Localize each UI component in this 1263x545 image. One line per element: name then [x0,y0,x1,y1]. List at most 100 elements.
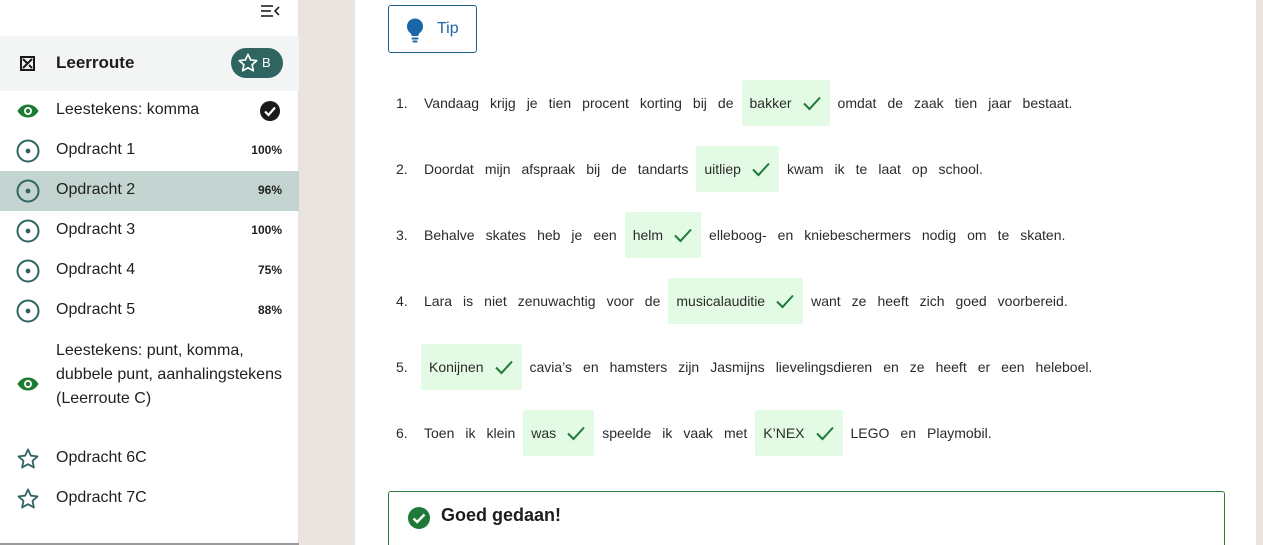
sentence-word: zijn [678,359,700,375]
checkmark-icon [674,228,692,243]
exercise-panel: Tip 1. Vandaag krijg je tien procent korting bi… [355,0,1256,545]
collapse-sidebar-icon[interactable] [259,2,281,20]
sentence-word: te [997,227,1010,243]
sidebar-item-leestekens-leerroute-c[interactable]: Leestekens: punt, komma, dubbele punt, a… [0,335,299,435]
sentence-number: 1. [396,95,408,111]
sentence-row: 4. Lara is niet zenuwachtig voor de musicalaudi… [396,278,1079,324]
sidebar-item-label: Opdracht 6C [56,449,147,466]
sentence-word: voorbereid. [997,293,1068,309]
sidebar-item-label: Leestekens: punt, komma, dubbele punt, a… [56,342,282,407]
sentence-row: 2. Doordat mijn afspraak bij de tandarts uitlie… [396,146,994,192]
sentence-word: afspraak [521,161,576,177]
badge-level-text: B [262,55,271,70]
progress-percentage: 88% [257,303,282,317]
sentence-word: bij [692,95,707,111]
answer-text: musicalauditie [676,293,766,309]
answer-gap-correct[interactable]: musicalauditie [668,278,804,324]
sentence-word: skates [485,227,527,243]
sidebar-item-opdracht-1[interactable]: Opdracht 1 100% [0,131,299,171]
checkmark-icon [802,96,821,111]
checkmark-icon [494,360,513,375]
sidebar-item-label: Opdracht 2 [56,181,136,198]
sentence-word: een [593,227,617,243]
route-header: Leerroute B [0,36,299,91]
sidebar-item-opdracht-7c[interactable]: Opdracht 7C [0,479,299,519]
sentence-word: klein [486,425,516,441]
sentence-word: LEGO [850,425,890,441]
sentence-word: kwam [786,161,824,177]
answer-gap-correct[interactable]: K’NEX [755,410,843,456]
sentence-word: tien [954,95,978,111]
answer-gap-correct[interactable]: was [523,410,595,456]
sentence-row: 1. Vandaag krijg je tien procent korting bij de b… [396,80,1083,126]
sidebar-item-opdracht-5[interactable]: Opdracht 5 88% [0,291,299,331]
sentence-word: ik [465,425,476,441]
sentence-word: heb [537,227,561,243]
sentence-word: tien [548,95,572,111]
sidebar-item-label: Leestekens: komma [56,101,200,118]
checkmark-icon [776,294,794,309]
sentence-word: goed [955,293,987,309]
sentence-word: school. [938,161,983,177]
sentence-word: nodig [921,227,957,243]
star-icon [16,447,40,471]
sidebar-item-label: Opdracht 1 [56,141,136,158]
sentence-word: zenuwachtig [517,293,596,309]
target-icon [16,139,40,163]
sentence-word: ik [834,161,845,177]
sentence-word: mijn [484,161,511,177]
eye-icon [16,99,40,123]
check-circle-icon [259,100,281,122]
checkmark-icon [752,162,770,177]
sentence-word: elleboog- [709,227,767,243]
sentence-word: niet [484,293,507,309]
sentence-word: Jasmijns [710,359,765,375]
progress-percentage: 100% [251,143,282,157]
sidebar-item-label: Opdracht 4 [56,261,136,278]
route-title: Leerroute [56,53,135,72]
sentence-word: hamsters [609,359,668,375]
sentence-number: 2. [396,161,408,177]
sentence-word: zaak [914,95,944,111]
tip-button[interactable]: Tip [388,5,477,53]
sentence-word: Vandaag [424,95,480,111]
checkmark-icon [815,426,834,441]
answer-gap-correct[interactable]: Konijnen [421,344,522,390]
checkmark-icon [567,426,585,441]
answer-gap-correct[interactable]: helm [624,212,702,258]
answer-gap-correct[interactable]: bakker [741,80,830,126]
sentence-row: 3. Behalve skates heb je een helm elleboog-en kn… [396,212,1076,258]
route-level-badge[interactable]: B [231,48,283,78]
route-icon [20,56,35,71]
sentence-word: kniebeschermers [804,227,911,243]
sentence-word: om [967,227,987,243]
sentence-word: je [571,227,583,243]
sentence-word: tandarts [637,161,689,177]
sentence-row: 5. Konijnen cavia’s en hamsters zijn Jasmijns l… [396,344,1103,390]
sentence-word: en [583,359,599,375]
sidebar-item-opdracht-6c[interactable]: Opdracht 6C [0,439,299,479]
sentence-number: 6. [396,425,408,441]
sentence-word: heleboel. [1035,359,1093,375]
answer-gap-correct[interactable]: uitliep [696,146,779,192]
sentence-word: korting [639,95,682,111]
sidebar-item-opdracht-2[interactable]: Opdracht 2 96% [0,171,299,211]
star-icon [16,487,40,511]
sentence-row: 6. Toen ik klein was speelde ik vaak met K’NEX LEG… [396,410,1003,456]
sentence-word: Playmobil. [927,425,992,441]
sentence-word: heeft [935,359,967,375]
sentence-word: vaak [683,425,713,441]
sentence-word: laat [878,161,901,177]
sidebar-item-opdracht-3[interactable]: Opdracht 3 100% [0,211,299,251]
answer-text: Konijnen [429,359,484,375]
sentence-word: heeft [877,293,909,309]
sentence-word: lievelingsdieren [775,359,873,375]
tip-label: Tip [437,20,459,37]
sidebar-item-opdracht-4[interactable]: Opdracht 4 75% [0,251,299,291]
sentence-word: ik [662,425,673,441]
sentence-word: Lara [424,293,453,309]
target-icon [16,299,40,323]
sidebar-item-leestekens-komma[interactable]: Leestekens: komma [0,91,299,131]
sentence-number: 3. [396,227,408,243]
sentence-word: cavia’s [529,359,573,375]
